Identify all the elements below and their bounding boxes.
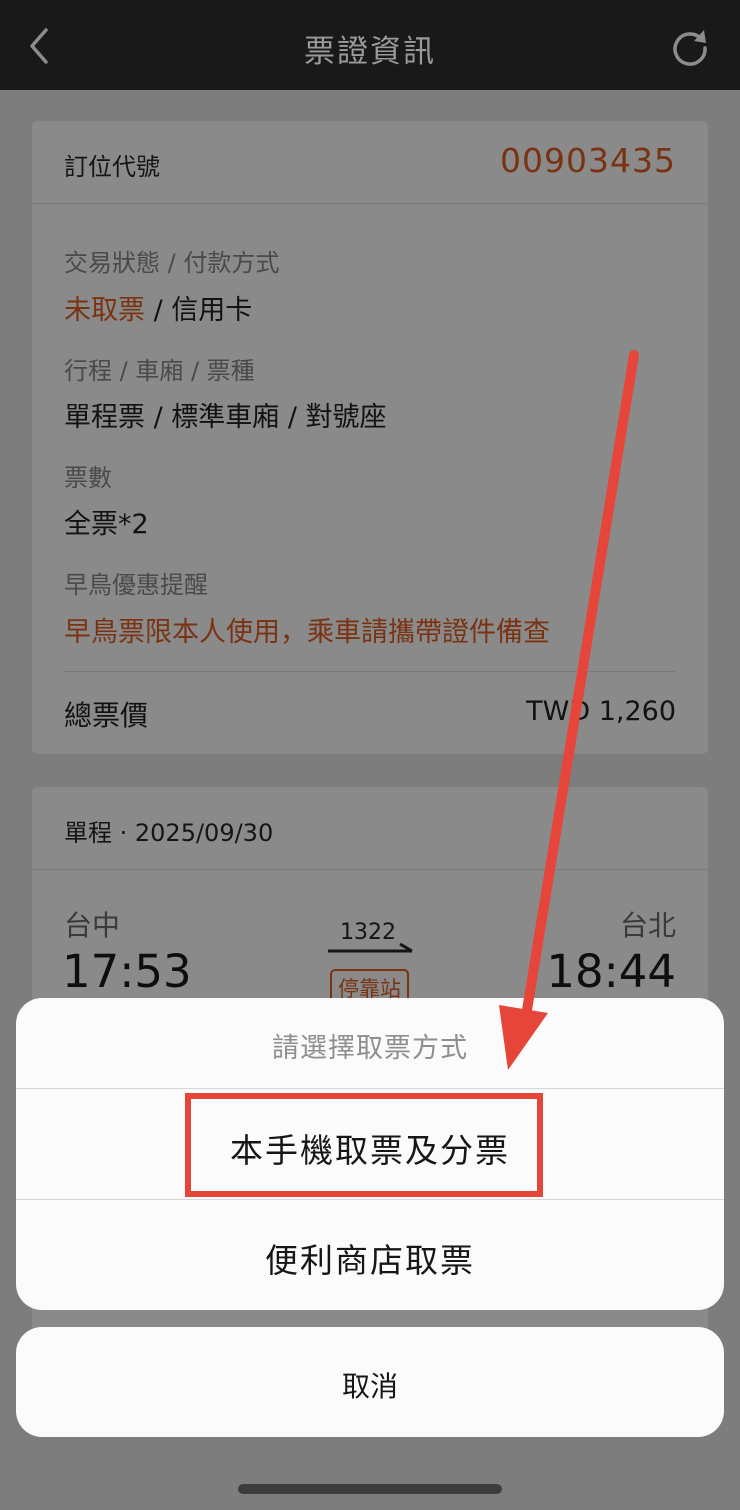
home-indicator: [238, 1484, 502, 1494]
total-price-label: 總票價: [64, 699, 149, 732]
ticket-status: 未取票: [64, 295, 145, 326]
highlight-box: [185, 1093, 543, 1197]
early-bird-label: 早鳥優惠提醒: [64, 571, 208, 599]
trip-header-row: 單程 · 2025/09/30: [32, 787, 708, 870]
booking-code-value: 00903435: [500, 141, 676, 180]
navigation-bar: 票證資訊: [0, 0, 740, 90]
refresh-icon[interactable]: [668, 24, 712, 68]
direction-arrow-icon: [328, 942, 413, 953]
booking-code-row: 訂位代號 00903435: [32, 121, 708, 204]
cancel-button[interactable]: 取消: [16, 1327, 724, 1437]
payment-method: 信用卡: [171, 295, 253, 326]
ticket-count-label: 票數: [64, 464, 112, 492]
arrival-time: 18:44: [546, 945, 676, 998]
cancel-label: 取消: [341, 1370, 398, 1403]
departure-time: 17:53: [62, 945, 192, 998]
status-separator: /: [145, 295, 172, 326]
status-label: 交易狀態 / 付款方式: [64, 249, 280, 277]
booking-info-card: 訂位代號 00903435 交易狀態 / 付款方式 未取票 / 信用卡 行程 /…: [32, 121, 708, 754]
trip-header: 單程 · 2025/09/30: [64, 819, 274, 847]
total-price-value: TWD 1,260: [526, 696, 676, 727]
early-bird-value: 早鳥票限本人使用，乘車請攜帶證件備查: [64, 617, 550, 648]
divider: [64, 671, 676, 672]
sheet-title: 請選擇取票方式: [272, 1033, 468, 1064]
store-pickup-option[interactable]: 便利商店取票: [16, 1234, 724, 1282]
arrival-station: 台北: [619, 909, 676, 942]
ticket-count-value: 全票*2: [64, 509, 149, 540]
trip-type-value: 單程票 / 標準車廂 / 對號座: [64, 402, 387, 433]
trip-type-label: 行程 / 車廂 / 票種: [64, 357, 255, 385]
sheet-divider: [16, 1088, 724, 1089]
booking-code-label: 訂位代號: [64, 153, 160, 181]
status-value-row: 未取票 / 信用卡: [64, 288, 252, 327]
departure-station: 台中: [64, 909, 121, 942]
page-title: 票證資訊: [304, 34, 436, 70]
sheet-divider: [16, 1199, 724, 1200]
